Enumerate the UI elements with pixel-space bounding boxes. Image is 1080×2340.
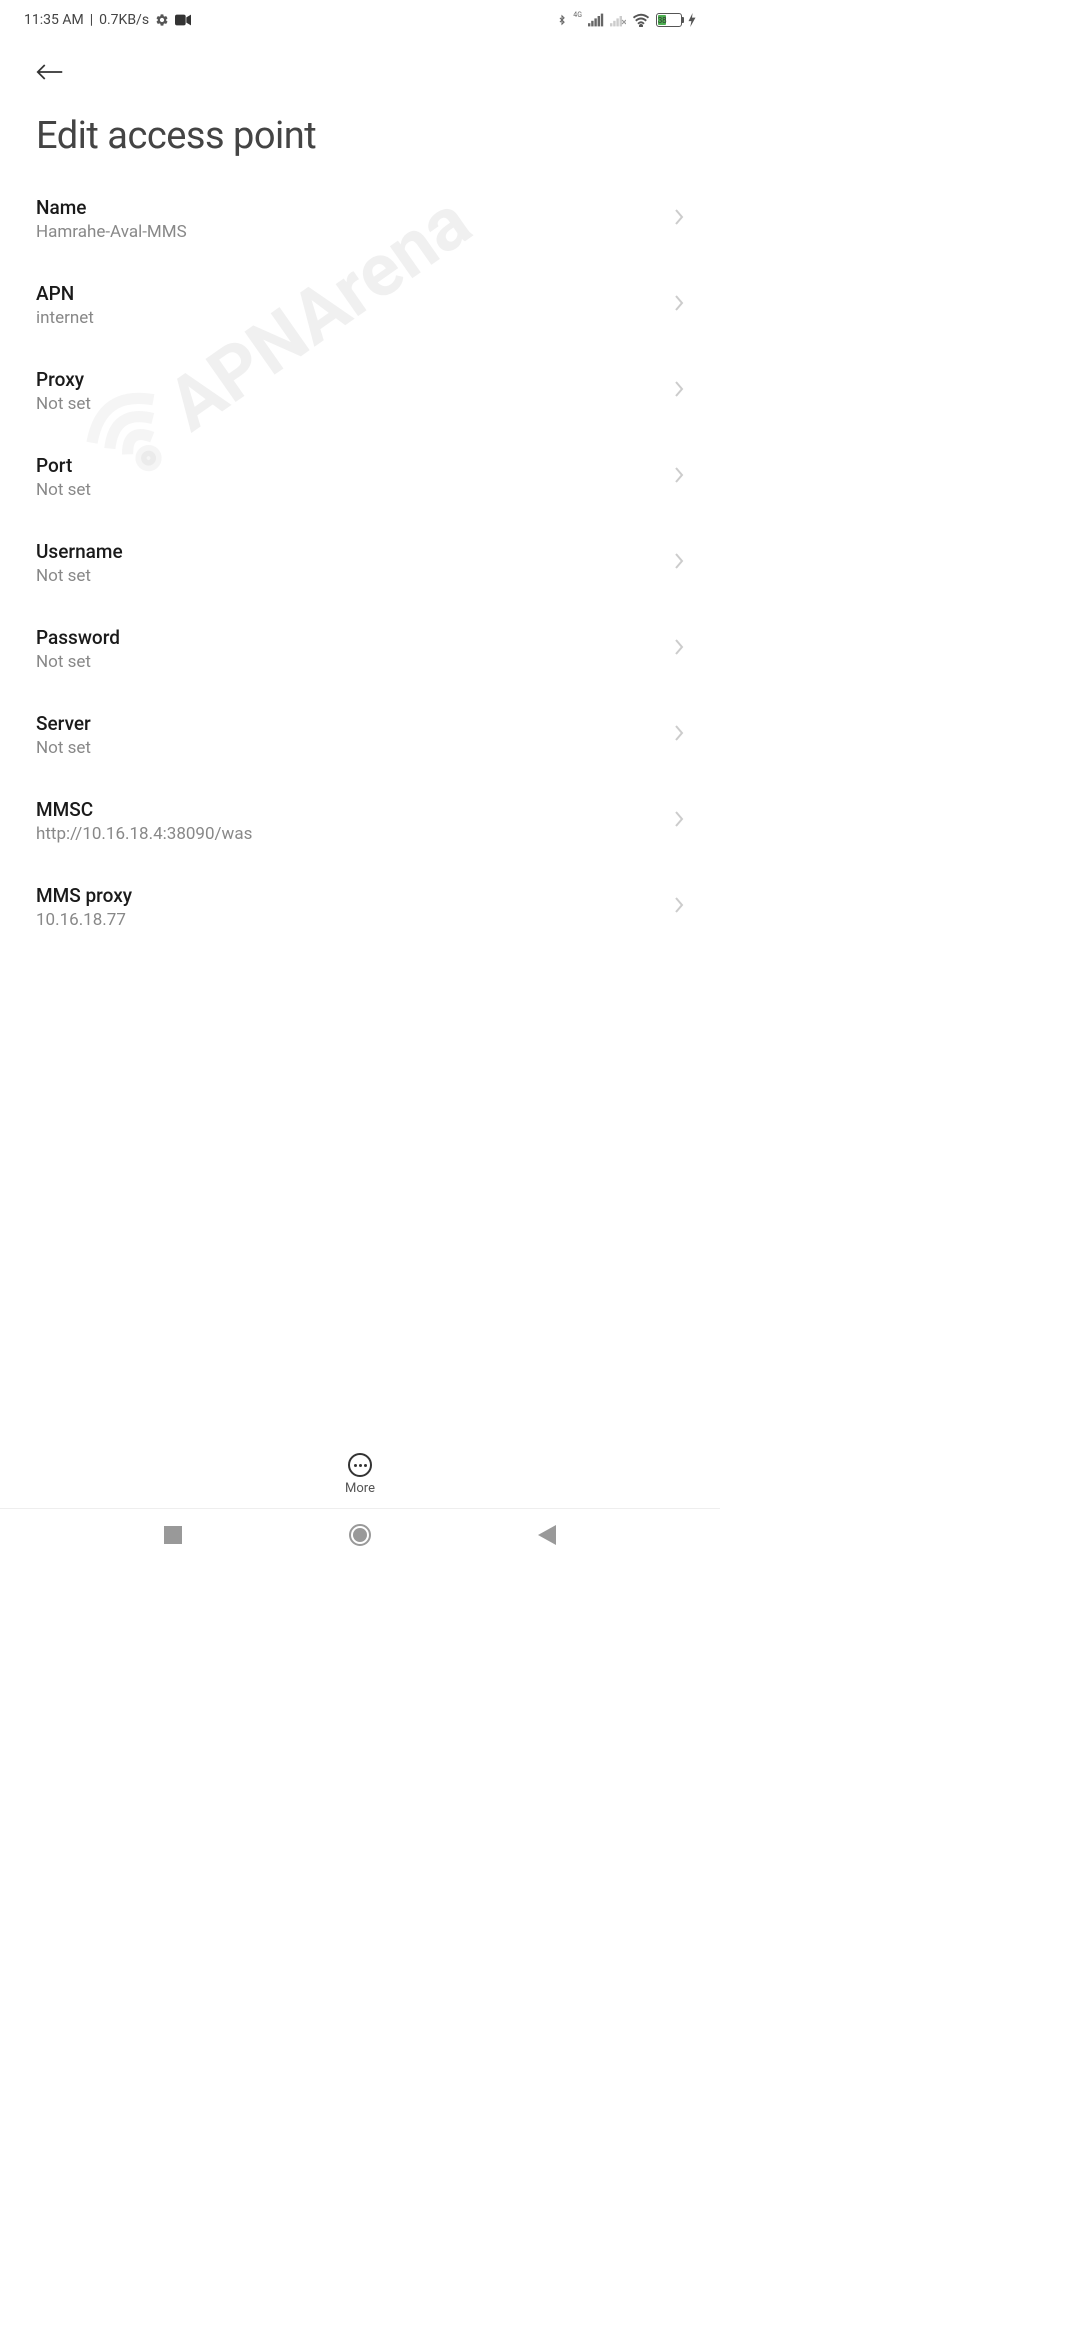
nav-home-button[interactable] <box>349 1524 371 1546</box>
signal-icon-1 <box>588 13 604 27</box>
wifi-icon <box>632 13 650 27</box>
setting-value: Not set <box>36 480 674 500</box>
bluetooth-icon <box>557 12 567 28</box>
chevron-right-icon <box>674 724 684 746</box>
setting-value: Not set <box>36 738 674 758</box>
setting-proxy[interactable]: Proxy Not set <box>36 348 684 434</box>
setting-server[interactable]: Server Not set <box>36 692 684 778</box>
chevron-right-icon <box>674 638 684 660</box>
settings-list: APNArena Name Hamrahe-Aval-MMS APN inter… <box>0 176 720 1034</box>
setting-label: MMS proxy <box>36 884 674 907</box>
more-button[interactable]: More <box>0 1439 720 1506</box>
setting-mms-proxy[interactable]: MMS proxy 10.16.18.77 <box>36 864 684 950</box>
setting-label: Proxy <box>36 368 674 391</box>
status-left: 11:35 AM | 0.7KB/s <box>24 12 191 28</box>
setting-apn[interactable]: APN internet <box>36 262 684 348</box>
nav-back-button[interactable] <box>538 1525 556 1545</box>
chevron-right-icon <box>674 466 684 488</box>
battery-level: 38 <box>658 15 666 25</box>
setting-value: internet <box>36 308 674 328</box>
header <box>0 40 720 90</box>
status-separator: | <box>90 12 93 28</box>
navigation-bar <box>0 1508 720 1560</box>
setting-value: Hamrahe-Aval-MMS <box>36 222 674 242</box>
setting-password[interactable]: Password Not set <box>36 606 684 692</box>
setting-name[interactable]: Name Hamrahe-Aval-MMS <box>36 176 684 262</box>
charging-icon <box>688 13 696 27</box>
more-icon <box>348 1453 372 1477</box>
nav-recents-button[interactable] <box>164 1526 182 1544</box>
setting-port[interactable]: Port Not set <box>36 434 684 520</box>
setting-username[interactable]: Username Not set <box>36 520 684 606</box>
setting-mmsc[interactable]: MMSC http://10.16.18.4:38090/was <box>36 778 684 864</box>
setting-value: Not set <box>36 652 674 672</box>
status-right: 4G 38 <box>557 12 696 28</box>
setting-value: 10.16.18.77 <box>36 910 674 930</box>
more-label: More <box>345 1481 375 1496</box>
chevron-right-icon <box>674 896 684 918</box>
setting-label: MMSC <box>36 798 674 821</box>
setting-label: Server <box>36 712 674 735</box>
page-title: Edit access point <box>0 90 720 176</box>
chevron-right-icon <box>674 294 684 316</box>
setting-label: Username <box>36 540 674 563</box>
setting-label: Password <box>36 626 674 649</box>
status-time: 11:35 AM <box>24 12 84 28</box>
chevron-right-icon <box>674 208 684 230</box>
status-bar: 11:35 AM | 0.7KB/s 4G 38 <box>0 0 720 40</box>
setting-value: Not set <box>36 394 674 414</box>
status-data-speed: 0.7KB/s <box>99 12 149 28</box>
gear-icon <box>155 13 169 27</box>
network-type-label: 4G <box>573 11 582 19</box>
video-icon <box>175 14 191 26</box>
setting-label: Port <box>36 454 674 477</box>
setting-value: Not set <box>36 566 674 586</box>
signal-icon-2 <box>610 13 626 27</box>
back-button[interactable] <box>36 58 64 86</box>
setting-value: http://10.16.18.4:38090/was <box>36 824 674 844</box>
chevron-right-icon <box>674 552 684 574</box>
chevron-right-icon <box>674 380 684 402</box>
chevron-right-icon <box>674 810 684 832</box>
setting-label: Name <box>36 196 674 219</box>
setting-label: APN <box>36 282 674 305</box>
battery-icon: 38 <box>656 13 682 27</box>
